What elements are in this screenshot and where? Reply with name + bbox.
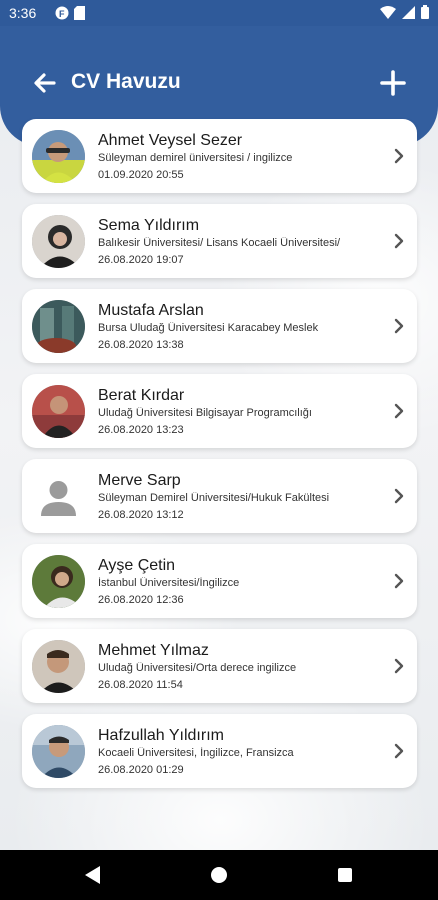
chevron-right-icon xyxy=(393,743,405,759)
page-title: CV Havuzu xyxy=(71,70,181,93)
chevron-right-icon xyxy=(393,403,405,419)
system-nav-bar xyxy=(0,850,438,900)
chevron-right-icon xyxy=(393,318,405,334)
nav-home-icon[interactable] xyxy=(211,867,227,883)
candidate-date: 26.08.2020 19:07 xyxy=(98,254,184,266)
candidate-date: 26.08.2020 13:38 xyxy=(98,339,184,351)
chevron-right-icon xyxy=(393,233,405,249)
candidate-date: 01.09.2020 20:55 xyxy=(98,169,184,181)
status-time: 3:36 xyxy=(9,5,37,21)
avatar xyxy=(32,385,85,438)
cv-list-item[interactable]: Ayşe Çetin İstanbul Üniversitesi/İngiliz… xyxy=(22,544,417,618)
candidate-date: 26.08.2020 01:29 xyxy=(98,764,184,776)
avatar xyxy=(32,130,85,183)
candidate-name: Hafzullah Yıldırım xyxy=(98,727,224,744)
candidate-name: Ayşe Çetin xyxy=(98,557,176,574)
avatar-placeholder xyxy=(32,470,85,523)
avatar xyxy=(32,300,85,353)
battery-icon xyxy=(421,5,429,24)
candidate-date: 26.08.2020 12:36 xyxy=(98,594,184,606)
candidate-name: Berat Kırdar xyxy=(98,387,185,404)
candidate-name: Merve Sarp xyxy=(98,472,181,489)
nav-back-icon[interactable] xyxy=(85,866,101,889)
candidate-name: Sema Yıldırım xyxy=(98,217,200,234)
chevron-right-icon xyxy=(393,658,405,674)
avatar xyxy=(32,555,85,608)
svg-text:F: F xyxy=(59,9,65,19)
candidate-school: Balıkesir Üniversitesi/ Lisans Kocaeli Ü… xyxy=(98,237,341,249)
candidate-school: Süleyman demirel üniversitesi / ingilizc… xyxy=(98,152,293,164)
wifi-icon xyxy=(380,5,396,24)
candidate-name: Mehmet Yılmaz xyxy=(98,642,209,659)
candidate-school: Kocaeli Üniversitesi, İngilizce, Fransiz… xyxy=(98,747,294,759)
nav-recents-icon[interactable] xyxy=(338,868,352,882)
chevron-right-icon xyxy=(393,573,405,589)
cv-list-item[interactable]: Merve Sarp Süleyman Demirel Üniversitesi… xyxy=(22,459,417,533)
candidate-school: Uludağ Üniversitesi Bilgisayar Programcı… xyxy=(98,407,312,419)
signal-icon xyxy=(402,5,415,24)
chevron-right-icon xyxy=(393,148,405,164)
cv-list-item[interactable]: Mustafa Arslan Bursa Uludağ Üniversitesi… xyxy=(22,289,417,363)
cv-list-item[interactable]: Sema Yıldırım Balıkesir Üniversitesi/ Li… xyxy=(22,204,417,278)
cv-list-item[interactable]: Hafzullah Yıldırım Kocaeli Üniversitesi,… xyxy=(22,714,417,788)
add-icon[interactable] xyxy=(380,70,406,96)
avatar xyxy=(32,725,85,778)
candidate-date: 26.08.2020 13:12 xyxy=(98,509,184,521)
candidate-school: Bursa Uludağ Üniversitesi Karacabey Mesl… xyxy=(98,322,319,334)
candidate-date: 26.08.2020 11:54 xyxy=(98,679,183,691)
cv-list-item[interactable]: Ahmet Veysel Sezer Süleyman demirel üniv… xyxy=(22,119,417,193)
cv-list-item[interactable]: Berat Kırdar Uludağ Üniversitesi Bilgisa… xyxy=(22,374,417,448)
status-bar: 3:36 F xyxy=(0,0,438,26)
notification-icon: F xyxy=(55,6,69,25)
cv-list-item[interactable]: Mehmet Yılmaz Uludağ Üniversitesi/Orta d… xyxy=(22,629,417,703)
sd-card-icon xyxy=(74,6,85,25)
back-arrow-icon[interactable] xyxy=(32,70,58,96)
avatar xyxy=(32,215,85,268)
avatar xyxy=(32,640,85,693)
candidate-name: Ahmet Veysel Sezer xyxy=(98,132,243,149)
cv-list: Ahmet Veysel Sezer Süleyman demirel üniv… xyxy=(22,119,417,799)
candidate-school: Süleyman Demirel Üniversitesi/Hukuk Fakü… xyxy=(98,492,330,504)
candidate-name: Mustafa Arslan xyxy=(98,302,204,319)
candidate-school: İstanbul Üniversitesi/İngilizce xyxy=(98,577,240,589)
candidate-date: 26.08.2020 13:23 xyxy=(98,424,184,436)
candidate-school: Uludağ Üniversitesi/Orta derece ingilizc… xyxy=(98,662,297,674)
chevron-right-icon xyxy=(393,488,405,504)
